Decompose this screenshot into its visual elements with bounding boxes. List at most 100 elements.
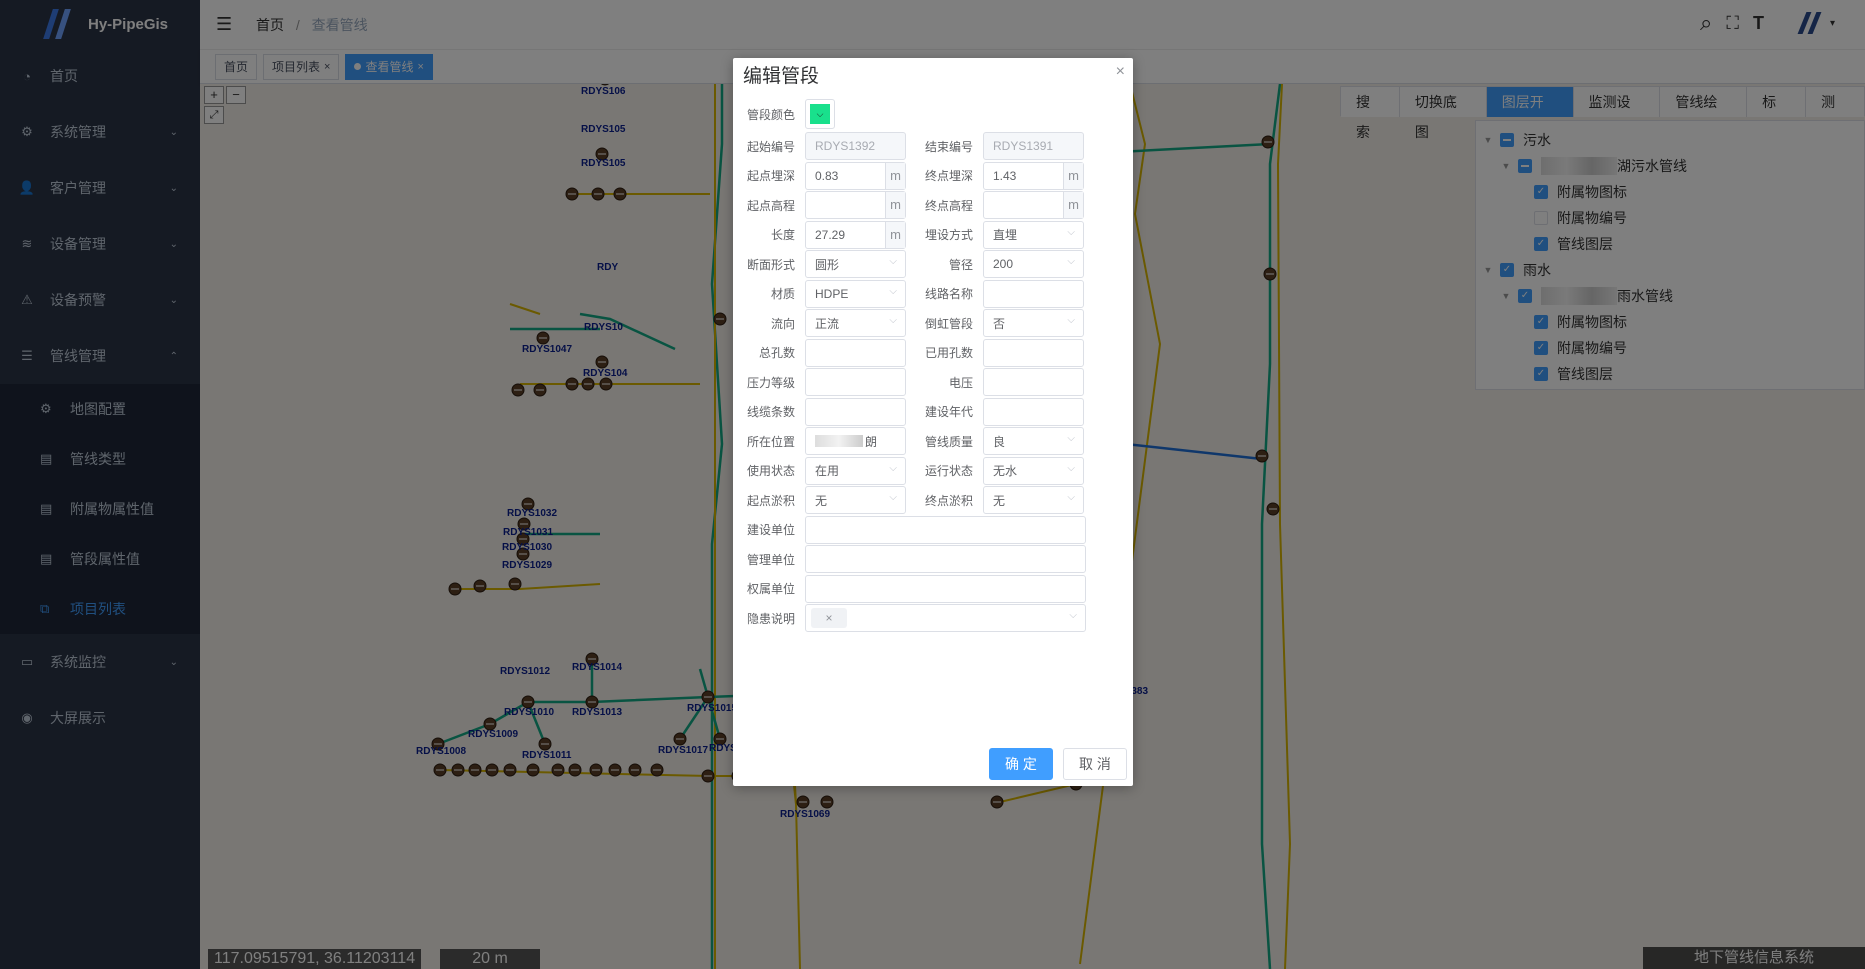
form-row-quality: 管线质量良 ⌵ [911, 427, 1084, 455]
form-row-pressure: 压力等级 [733, 368, 906, 396]
field-label: 起点高程 [746, 198, 795, 213]
field-label: 终点高程 [924, 198, 973, 213]
voltage-input[interactable] [983, 368, 1084, 396]
form-row-location: 所在位置 朗 [733, 427, 906, 455]
form-row-siphon: 倒虹管段否 ⌵ [911, 309, 1084, 337]
chevron-down-icon: ⌵ [1067, 256, 1075, 267]
field-label: 权属单位 [746, 582, 795, 596]
chevron-down-icon: ⌵ [889, 315, 897, 326]
field-value: 无 [815, 493, 828, 508]
lay-method-select[interactable]: 直埋 ⌵ [983, 220, 1084, 249]
field-value: 无水 [993, 464, 1018, 478]
field-label: 电压 [948, 375, 973, 390]
flow-select[interactable]: 正流 ⌵ [805, 309, 906, 337]
field-label: 材质 [770, 287, 795, 301]
field-label: 管径 [948, 257, 973, 272]
field-value: 直埋 [993, 228, 1018, 242]
unit-suffix: m [1063, 162, 1083, 189]
used-holes-input[interactable] [983, 338, 1084, 367]
field-label: 隐患说明 [746, 611, 795, 626]
field-value: 圆形 [815, 257, 840, 272]
start-no-input: RDYS1392 [805, 132, 906, 160]
chevron-down-icon: ⌵ [889, 285, 897, 297]
location-input[interactable]: 朗 [805, 427, 906, 455]
total-holes-input[interactable] [805, 338, 906, 367]
quality-select[interactable]: 良 ⌵ [983, 427, 1084, 455]
form-row-section: 断面形式 圆形 ⌵ [733, 250, 906, 278]
year-input[interactable] [983, 397, 1084, 426]
field-value: 在用 [815, 464, 840, 478]
close-icon[interactable]: × [825, 611, 832, 625]
confirm-button[interactable]: 确 定 [989, 748, 1053, 780]
owner-input[interactable] [805, 574, 1086, 603]
unit-suffix: m [885, 192, 905, 218]
end-depth-input[interactable]: 1.43 m [983, 161, 1084, 190]
length-input[interactable]: 27.29 m [805, 220, 906, 249]
end-silt-select[interactable]: 无 ⌵ [983, 486, 1084, 514]
form-row-end-elev: 终点高程 m [911, 191, 1084, 219]
chevron-down-icon: ⌵ [1067, 462, 1075, 474]
form-row-cables: 线缆条数 [733, 397, 906, 426]
field-label: 总孔数 [758, 346, 795, 360]
form-row-length: 长度 27.29 m [733, 220, 906, 249]
unit-suffix: m [885, 162, 905, 189]
field-value: 良 [993, 434, 1006, 449]
color-swatch: ⌵ [810, 104, 830, 124]
field-label: 埋设方式 [924, 228, 973, 242]
run-state-select[interactable]: 无水 ⌵ [983, 456, 1084, 485]
field-label: 建设年代 [924, 405, 973, 419]
unit-suffix: m [1063, 192, 1083, 218]
siphon-select[interactable]: 否 ⌵ [983, 309, 1084, 337]
form-row-builder: 建设单位 [733, 515, 1086, 544]
start-silt-select[interactable]: 无 ⌵ [805, 486, 906, 514]
end-elev-input[interactable]: m [983, 191, 1084, 219]
field-label: 建设单位 [746, 523, 795, 537]
manager-input[interactable] [805, 545, 1086, 573]
field-label: 管线质量 [924, 434, 973, 449]
chevron-down-icon: ⌵ [1067, 433, 1075, 444]
form-row-diameter: 管径 200 ⌵ [911, 250, 1084, 278]
field-label: 所在位置 [746, 434, 795, 449]
field-value: RDYS1391 [993, 139, 1054, 153]
form-row-used-holes: 已用孔数 [911, 338, 1084, 367]
diameter-select[interactable]: 200 ⌵ [983, 250, 1084, 278]
form-row-line-name: 线路名称 [911, 279, 1084, 308]
form-row-use-state: 使用状态 在用 ⌵ [733, 456, 906, 485]
field-label: 运行状态 [924, 464, 973, 478]
pressure-input[interactable] [805, 368, 906, 396]
redacted-text [815, 435, 863, 447]
close-icon[interactable]: × [1116, 63, 1125, 81]
cables-input[interactable] [805, 397, 906, 426]
field-label: 起点淤积 [746, 493, 795, 508]
form-row-color: 管段颜色 ⌵ [733, 99, 835, 129]
form-row-hazard: 隐患说明 × ⌵ [733, 604, 1086, 632]
tag-chip[interactable]: × [811, 608, 847, 628]
section-select[interactable]: 圆形 ⌵ [805, 250, 906, 278]
start-depth-input[interactable]: 0.83 m [805, 161, 906, 190]
chevron-down-icon: ⌵ [889, 256, 897, 267]
line-name-input[interactable] [983, 279, 1084, 308]
field-label: 断面形式 [746, 257, 795, 272]
material-select[interactable]: HDPE ⌵ [805, 279, 906, 308]
chevron-down-icon: ⌵ [1067, 315, 1075, 326]
field-label: 压力等级 [746, 375, 795, 390]
color-picker[interactable]: ⌵ [805, 99, 835, 129]
form-row-year: 建设年代 [911, 397, 1084, 426]
field-label: 倒虹管段 [924, 316, 973, 331]
field-label: 结束编号 [924, 139, 973, 154]
start-elev-input[interactable]: m [805, 191, 906, 219]
chevron-down-icon: ⌵ [1067, 226, 1075, 238]
form-row-flow: 流向 正流 ⌵ [733, 309, 906, 337]
form-row-run-state: 运行状态 无水 ⌵ [911, 456, 1084, 485]
field-label: 终点埋深 [924, 169, 973, 183]
use-state-select[interactable]: 在用 ⌵ [805, 456, 906, 485]
cancel-button[interactable]: 取 消 [1063, 748, 1127, 780]
end-no-input: RDYS1391 [983, 132, 1084, 160]
builder-input[interactable] [805, 515, 1086, 544]
field-value: 正流 [815, 316, 840, 331]
dialog-title: 编辑管段 [743, 66, 820, 87]
field-label: 长度 [770, 228, 795, 242]
hazard-select[interactable]: × ⌵ [805, 604, 1086, 632]
form-row-voltage: 电压 [911, 368, 1084, 396]
field-value: HDPE [815, 286, 849, 301]
